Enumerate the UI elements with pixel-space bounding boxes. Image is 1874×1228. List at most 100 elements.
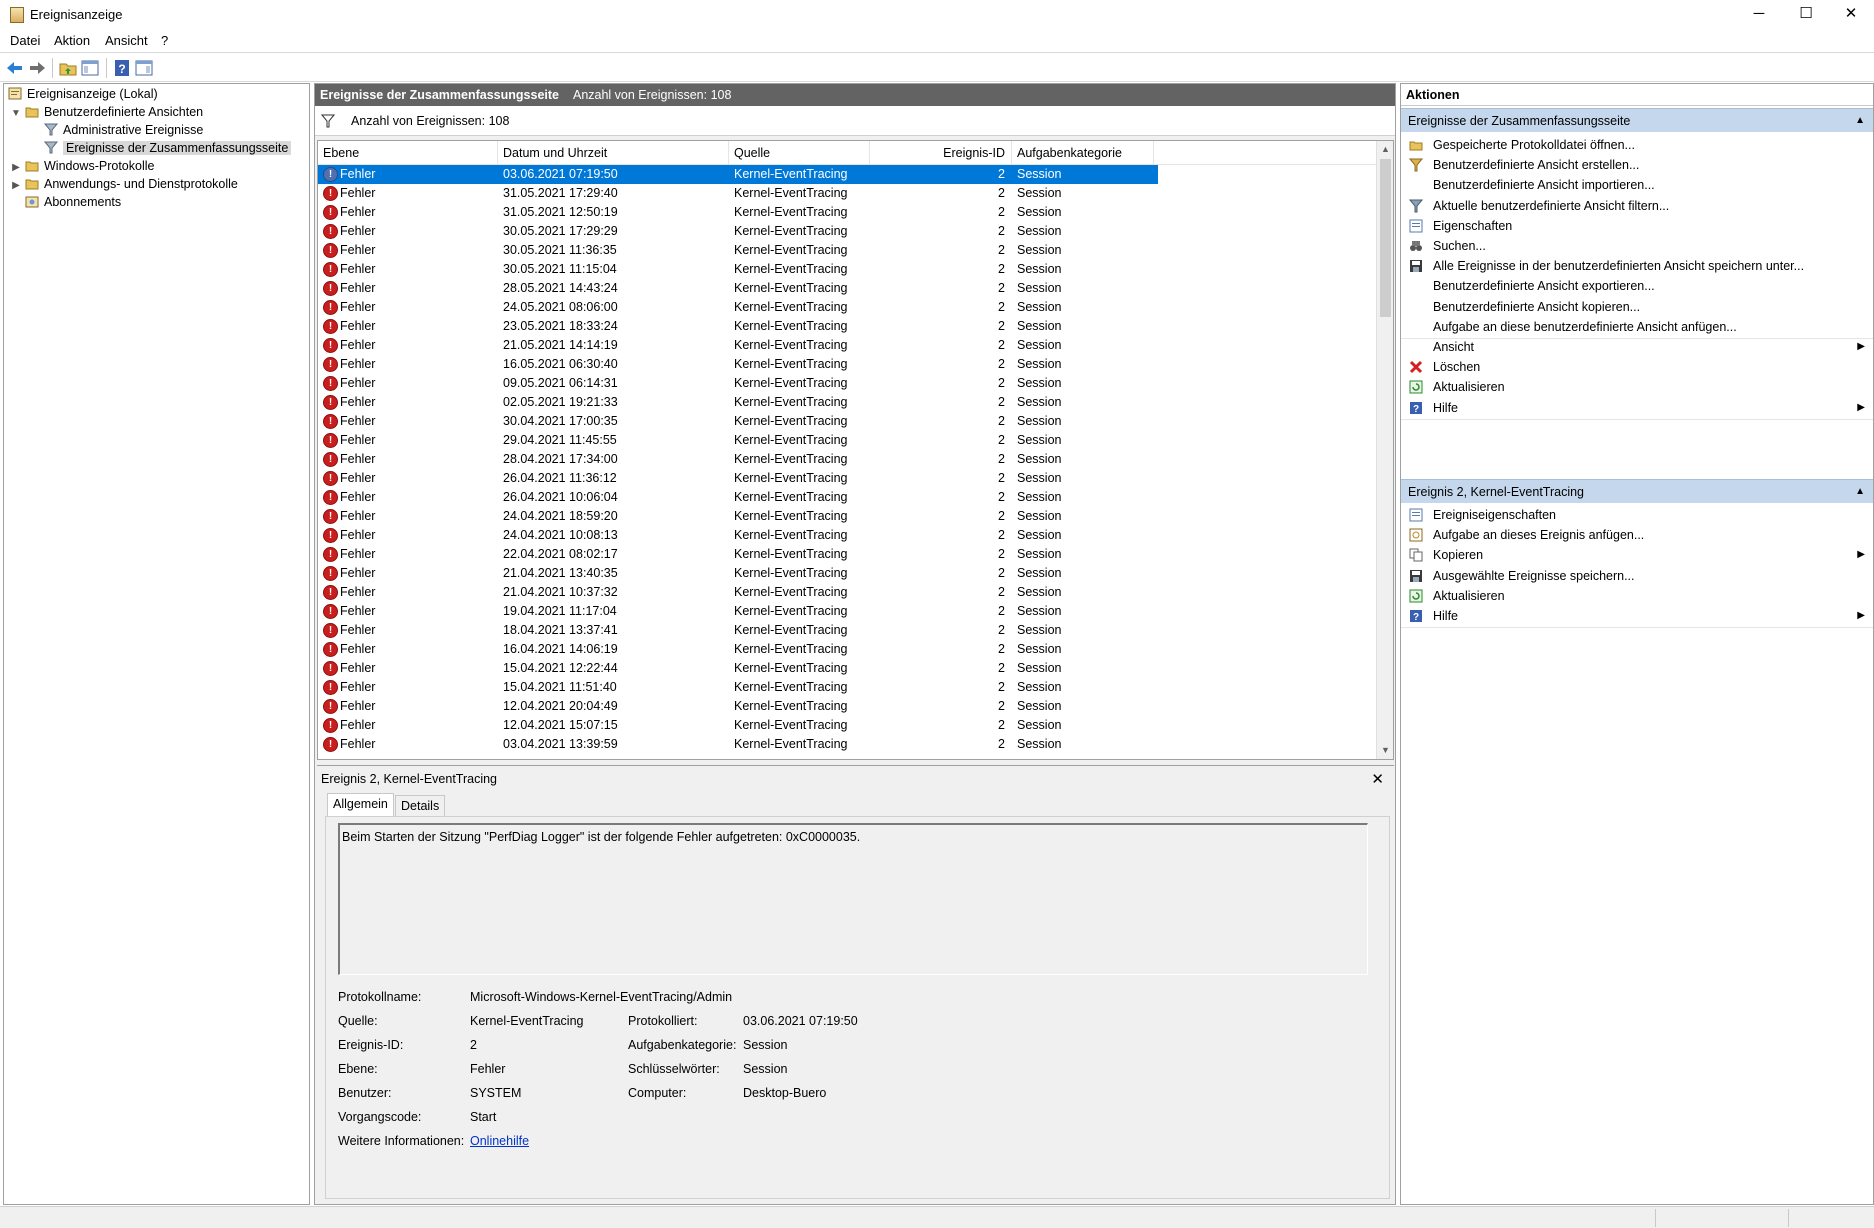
error-icon: ! bbox=[323, 167, 338, 182]
cell-quelle: Kernel-EventTracing bbox=[734, 585, 848, 599]
value-user: SYSTEM bbox=[470, 1086, 522, 1100]
cell-ereignis-id: 2 bbox=[998, 680, 1005, 694]
summary-action-label: Aktualisieren bbox=[1433, 380, 1505, 395]
scroll-down-arrow-icon[interactable]: ▼ bbox=[1377, 742, 1393, 759]
menu-aktion[interactable]: Aktion bbox=[54, 33, 90, 48]
collapse-arrow-icon[interactable]: ▼ bbox=[10, 105, 22, 123]
event-row[interactable]: ! Fehler 12.04.2021 15:07:15 Kernel-EventTr… bbox=[318, 716, 1158, 735]
actions-section-summary[interactable]: Ereignisse der Zusammenfassungsseite ▲ bbox=[1401, 108, 1873, 132]
column-header-quelle[interactable]: Quelle bbox=[729, 141, 870, 165]
tab-allgemein[interactable]: Allgemein bbox=[327, 793, 394, 817]
event-row[interactable]: ! Fehler 15.04.2021 12:22:44 Kernel-EventTr… bbox=[318, 659, 1158, 678]
collapse-caret-icon[interactable]: ▲ bbox=[1855, 109, 1865, 133]
cell-ebene: Fehler bbox=[340, 414, 376, 428]
menu-ansicht[interactable]: Ansicht bbox=[105, 33, 148, 48]
event-row[interactable]: ! Fehler 24.04.2021 18:59:20 Kernel-EventTr… bbox=[318, 507, 1158, 526]
event-row[interactable]: ! Fehler 26.04.2021 11:36:12 Kernel-EventTr… bbox=[318, 469, 1158, 488]
minimize-button[interactable]: ─ bbox=[1736, 0, 1782, 30]
menu-help[interactable]: ? bbox=[161, 33, 168, 48]
actions-section-event[interactable]: Ereignis 2, Kernel-EventTracing ▲ bbox=[1401, 479, 1873, 503]
cell-quelle: Kernel-EventTracing bbox=[734, 680, 848, 694]
event-row[interactable]: ! Fehler 12.04.2021 20:04:49 Kernel-EventTr… bbox=[318, 697, 1158, 716]
cell-ebene: Fehler bbox=[340, 433, 376, 447]
event-row[interactable]: ! Fehler 30.05.2021 17:29:29 Kernel-EventTr… bbox=[318, 222, 1158, 241]
event-row[interactable]: ! Fehler 29.04.2021 11:45:55 Kernel-EventTr… bbox=[318, 431, 1158, 450]
tree-windows-logs[interactable]: ▶ Windows-Protokolle bbox=[10, 157, 154, 175]
cell-ereignis-id: 2 bbox=[998, 376, 1005, 390]
event-row[interactable]: ! Fehler 18.04.2021 13:37:41 Kernel-EventTr… bbox=[318, 621, 1158, 640]
event-row[interactable]: ! Fehler 30.05.2021 11:36:35 Kernel-EventTr… bbox=[318, 241, 1158, 260]
scroll-up-arrow-icon[interactable]: ▲ bbox=[1377, 141, 1393, 158]
event-row[interactable]: ! Fehler 09.05.2021 06:14:31 Kernel-EventTr… bbox=[318, 374, 1158, 393]
show-hide-tree-icon[interactable] bbox=[80, 58, 100, 78]
event-row[interactable]: ! Fehler 16.05.2021 06:30:40 Kernel-EventTr… bbox=[318, 355, 1158, 374]
cell-ereignis-id: 2 bbox=[998, 433, 1005, 447]
column-header-aufgabenkategorie[interactable]: Aufgabenkategorie bbox=[1012, 141, 1154, 165]
summary-action-label: Benutzerdefinierte Ansicht importieren..… bbox=[1433, 178, 1655, 193]
maximize-button[interactable]: ☐ bbox=[1783, 0, 1829, 30]
filter-count-text: Anzahl von Ereignissen: 108 bbox=[351, 114, 510, 128]
event-row[interactable]: ! Fehler 16.04.2021 14:06:19 Kernel-EventTr… bbox=[318, 640, 1158, 659]
tab-details[interactable]: Details bbox=[395, 795, 446, 817]
collapse-caret-icon[interactable]: ▲ bbox=[1855, 480, 1865, 504]
detail-close-button[interactable]: ✕ bbox=[1371, 770, 1384, 788]
event-row[interactable]: ! Fehler 19.04.2021 11:17:04 Kernel-EventTr… bbox=[318, 602, 1158, 621]
event-row[interactable]: ! Fehler 21.04.2021 13:40:35 Kernel-EventTr… bbox=[318, 564, 1158, 583]
cell-datum: 09.05.2021 06:14:31 bbox=[503, 376, 618, 390]
error-icon: ! bbox=[323, 205, 338, 220]
event-row[interactable]: ! Fehler 15.04.2021 11:51:40 Kernel-EventTr… bbox=[318, 678, 1158, 697]
cell-quelle: Kernel-EventTracing bbox=[734, 205, 848, 219]
back-icon[interactable] bbox=[5, 58, 25, 78]
error-icon: ! bbox=[323, 604, 338, 619]
event-list-scrollbar[interactable]: ▲ ▼ bbox=[1376, 141, 1393, 759]
value-task-category: Session bbox=[743, 1038, 788, 1052]
event-row[interactable]: ! Fehler 21.05.2021 14:14:19 Kernel-EventTr… bbox=[318, 336, 1158, 355]
error-icon: ! bbox=[323, 509, 338, 524]
event-row[interactable]: ! Fehler 03.06.2021 07:19:50 Kernel-EventTr… bbox=[318, 165, 1158, 184]
column-header-ebene[interactable]: Ebene bbox=[318, 141, 498, 165]
cell-aufgabenkategorie: Session bbox=[1017, 300, 1062, 314]
folder-up-icon[interactable] bbox=[58, 58, 78, 78]
column-header-ereignis-id[interactable]: Ereignis-ID bbox=[870, 141, 1012, 165]
tree-subscriptions[interactable]: Abonnements bbox=[25, 193, 121, 211]
event-row[interactable]: ! Fehler 26.04.2021 10:06:04 Kernel-EventTr… bbox=[318, 488, 1158, 507]
summary-action-item[interactable]: ? Hilfe ▶ bbox=[1401, 396, 1873, 420]
event-row[interactable]: ! Fehler 03.04.2021 13:39:59 Kernel-EventTr… bbox=[318, 735, 1158, 754]
event-row[interactable]: ! Fehler 30.05.2021 11:15:04 Kernel-EventTr… bbox=[318, 260, 1158, 279]
event-row[interactable]: ! Fehler 31.05.2021 17:29:40 Kernel-EventTr… bbox=[318, 184, 1158, 203]
cell-ebene: Fehler bbox=[340, 338, 376, 352]
forward-icon[interactable] bbox=[27, 58, 47, 78]
event-row[interactable]: ! Fehler 22.04.2021 08:02:17 Kernel-EventTr… bbox=[318, 545, 1158, 564]
event-row[interactable]: ! Fehler 30.04.2021 17:00:35 Kernel-EventTr… bbox=[318, 412, 1158, 431]
cell-aufgabenkategorie: Session bbox=[1017, 262, 1062, 276]
menu-datei[interactable]: Datei bbox=[10, 33, 40, 48]
scroll-thumb[interactable] bbox=[1380, 159, 1391, 317]
action-pane-icon[interactable] bbox=[134, 58, 154, 78]
event-row[interactable]: ! Fehler 24.04.2021 10:08:13 Kernel-EventTr… bbox=[318, 526, 1158, 545]
cell-aufgabenkategorie: Session bbox=[1017, 699, 1062, 713]
tree-summary-events[interactable]: Ereignisse der Zusammenfassungsseite bbox=[44, 139, 292, 157]
event-row[interactable]: ! Fehler 02.05.2021 19:21:33 Kernel-EventTr… bbox=[318, 393, 1158, 412]
event-row[interactable]: ! Fehler 21.04.2021 10:37:32 Kernel-EventTr… bbox=[318, 583, 1158, 602]
column-header-datum[interactable]: Datum und Uhrzeit bbox=[498, 141, 729, 165]
event-row[interactable]: ! Fehler 31.05.2021 12:50:19 Kernel-EventTr… bbox=[318, 203, 1158, 222]
cell-ereignis-id: 2 bbox=[998, 661, 1005, 675]
tree-app-service-logs[interactable]: ▶ Anwendungs- und Dienstprotokolle bbox=[10, 175, 238, 193]
cell-quelle: Kernel-EventTracing bbox=[734, 433, 848, 447]
expand-arrow-icon[interactable]: ▶ bbox=[10, 177, 22, 195]
event-row[interactable]: ! Fehler 23.05.2021 18:33:24 Kernel-EventTr… bbox=[318, 317, 1158, 336]
tree-custom-views[interactable]: ▼ Benutzerdefinierte Ansichten bbox=[10, 103, 203, 121]
title-bar: Ereignisanzeige ─ ☐ ✕ bbox=[0, 0, 1874, 30]
close-window-button[interactable]: ✕ bbox=[1828, 0, 1874, 30]
error-icon: ! bbox=[323, 243, 338, 258]
help-icon[interactable]: ? bbox=[112, 58, 132, 78]
cell-quelle: Kernel-EventTracing bbox=[734, 737, 848, 751]
event-action-item[interactable]: ? Hilfe ▶ bbox=[1401, 604, 1873, 628]
online-help-link[interactable]: Onlinehilfe bbox=[470, 1134, 529, 1148]
event-row[interactable]: ! Fehler 24.05.2021 08:06:00 Kernel-EventTr… bbox=[318, 298, 1158, 317]
event-row[interactable]: ! Fehler 28.04.2021 17:34:00 Kernel-EventTr… bbox=[318, 450, 1158, 469]
tree-admin-events[interactable]: Administrative Ereignisse bbox=[44, 121, 203, 139]
event-row[interactable]: ! Fehler 28.05.2021 14:43:24 Kernel-EventTr… bbox=[318, 279, 1158, 298]
tree-root[interactable]: Ereignisanzeige (Lokal) bbox=[8, 85, 158, 103]
event-message-box[interactable]: Beim Starten der Sitzung "PerfDiag Logge… bbox=[338, 823, 1368, 975]
